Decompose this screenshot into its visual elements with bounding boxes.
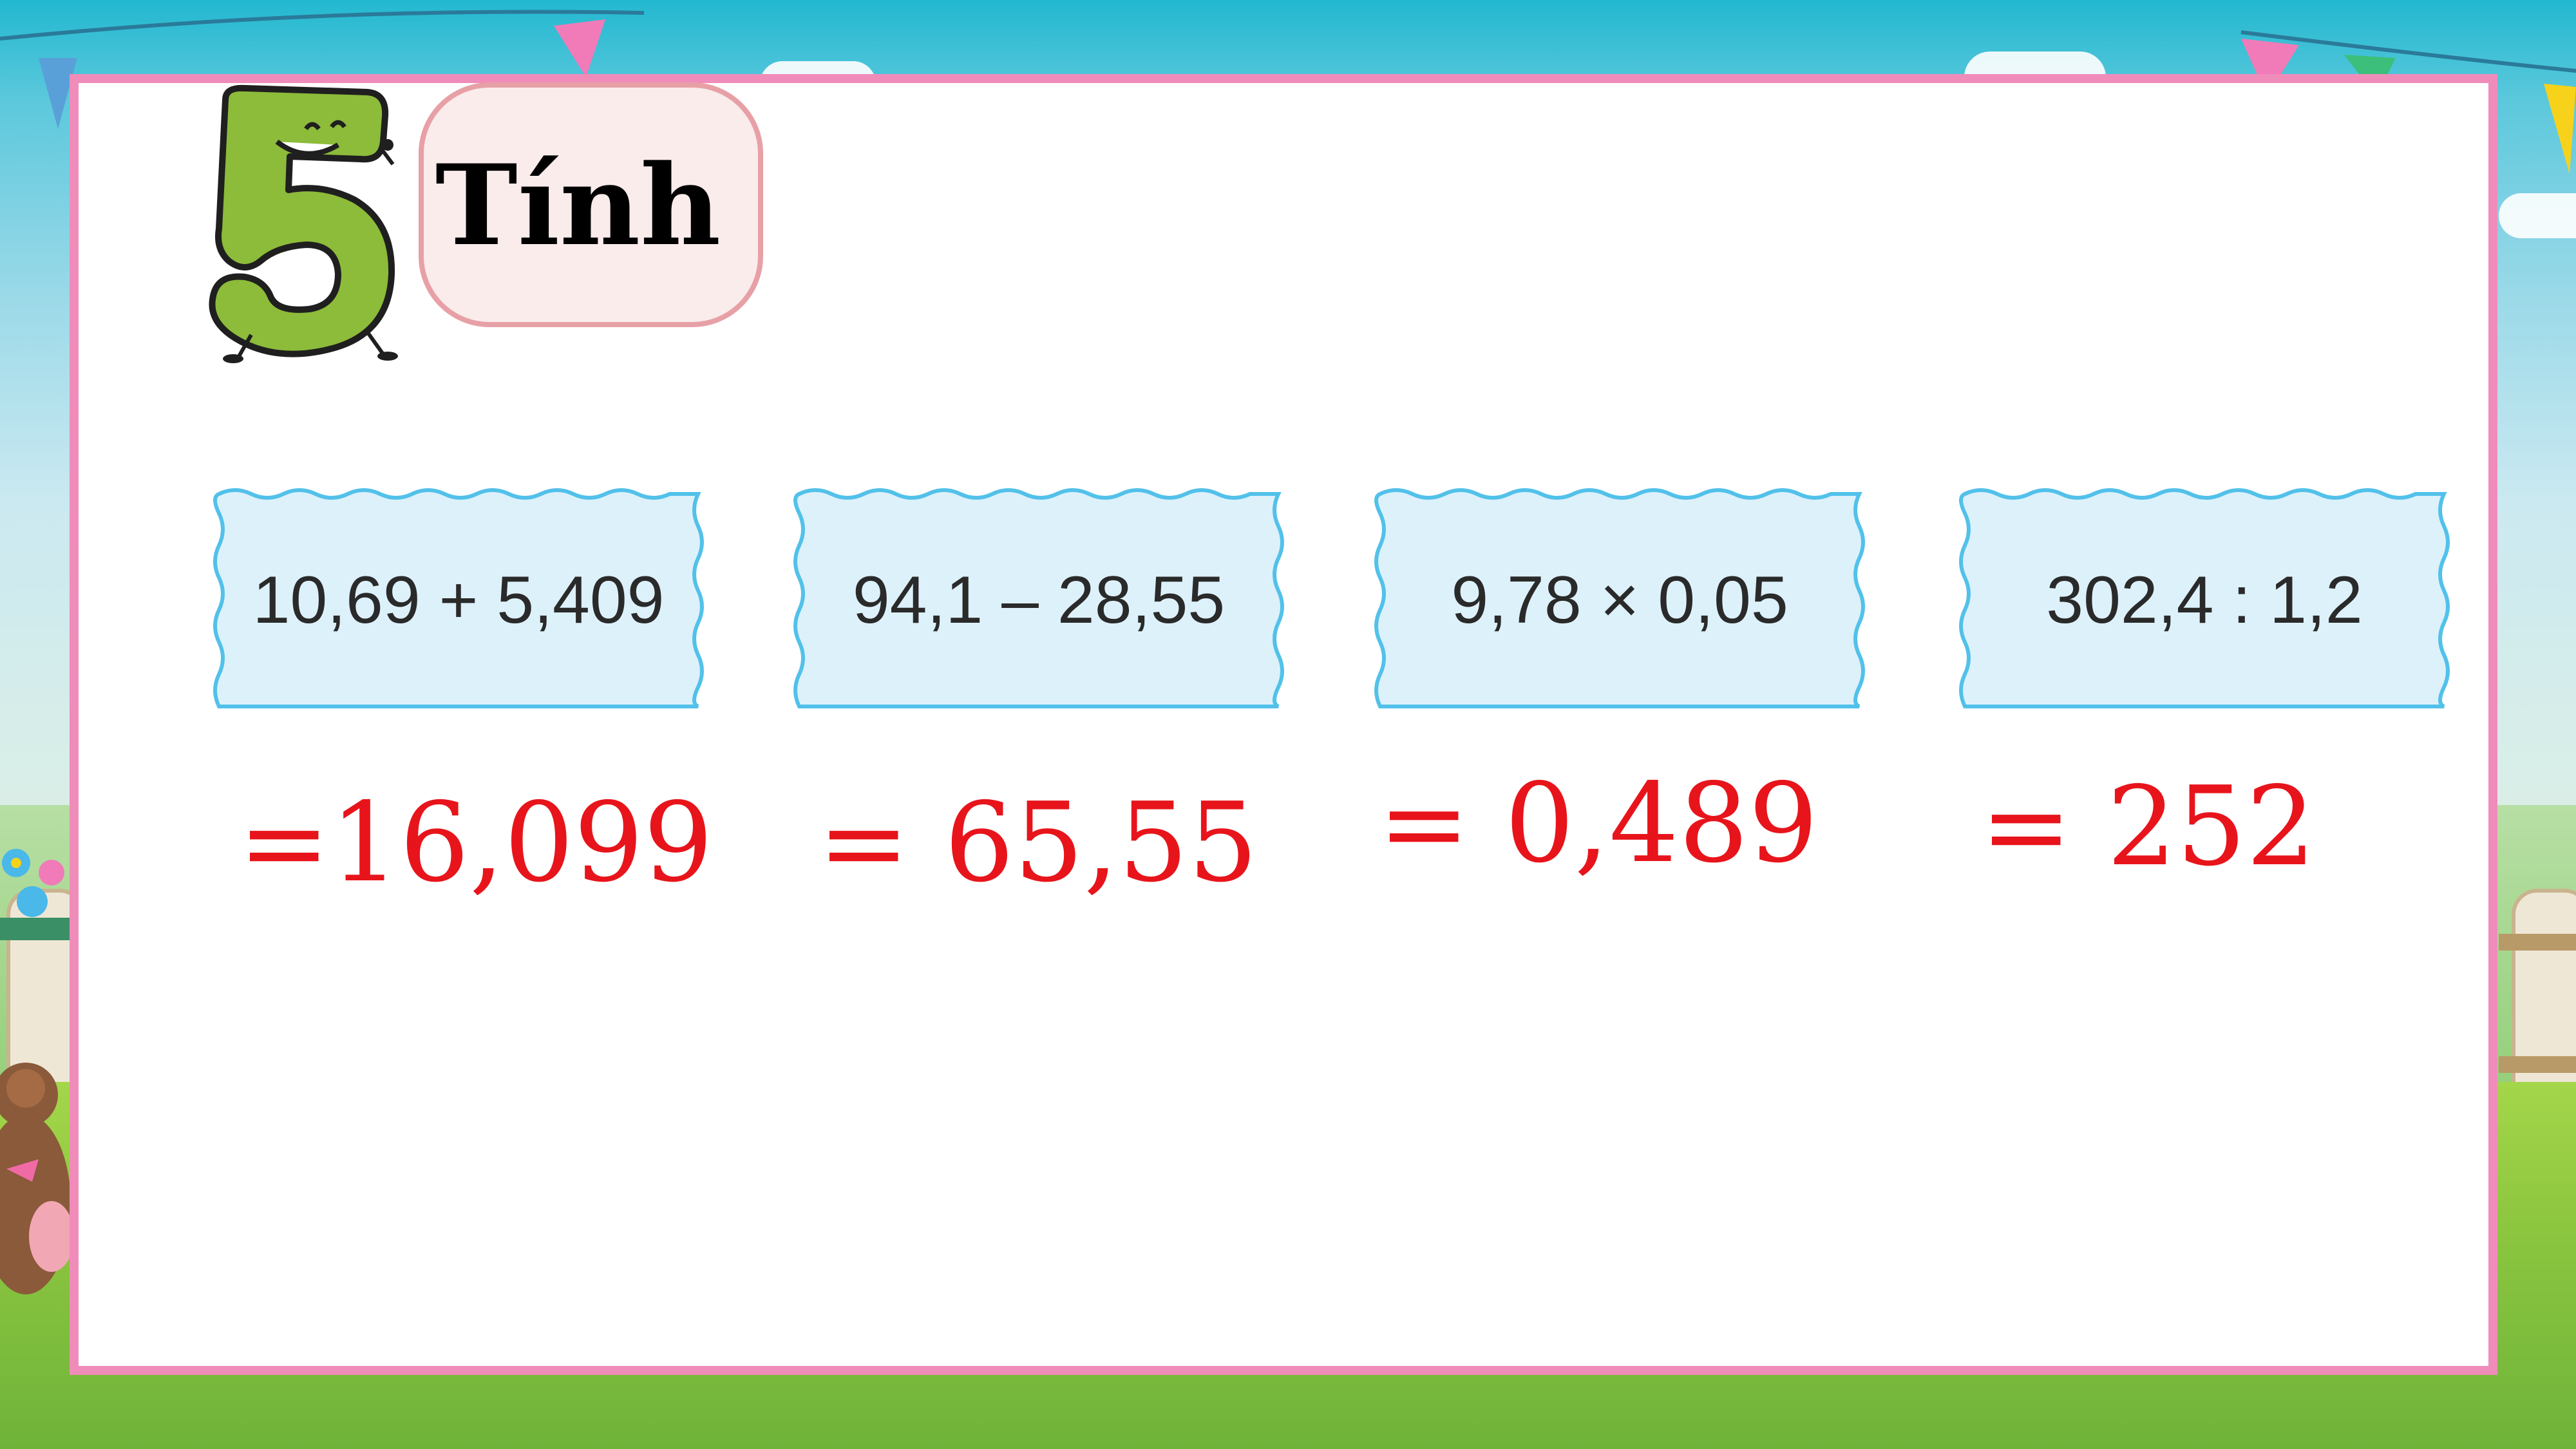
answer-text: = 0,489 — [1378, 760, 1819, 887]
expression-box: 302,4 : 1,2 — [1953, 486, 2456, 715]
cloud — [2499, 193, 2576, 238]
title-pill: Tính — [419, 82, 763, 327]
answer-text: = 252 — [1980, 763, 2316, 891]
page-title: Tính — [435, 139, 721, 270]
answer-text: = 65,55 — [818, 779, 1258, 907]
expression-box: 10,69 + 5,409 — [207, 486, 710, 715]
expression-text: 9,78 × 0,05 — [1451, 563, 1788, 638]
fence-rail — [2499, 934, 2576, 951]
expression-text: 302,4 : 1,2 — [2046, 563, 2363, 638]
flowers-icon — [0, 849, 77, 940]
expression-box: 94,1 – 28,55 — [788, 486, 1290, 715]
expression-text: 10,69 + 5,409 — [252, 563, 665, 638]
fence-rail — [2499, 1056, 2576, 1073]
expression-box: 9,78 × 0,05 — [1368, 486, 1871, 715]
answer-text: =16,099 — [238, 779, 714, 907]
expression-text: 94,1 – 28,55 — [852, 563, 1226, 638]
number-five-mascot-icon — [209, 84, 398, 363]
